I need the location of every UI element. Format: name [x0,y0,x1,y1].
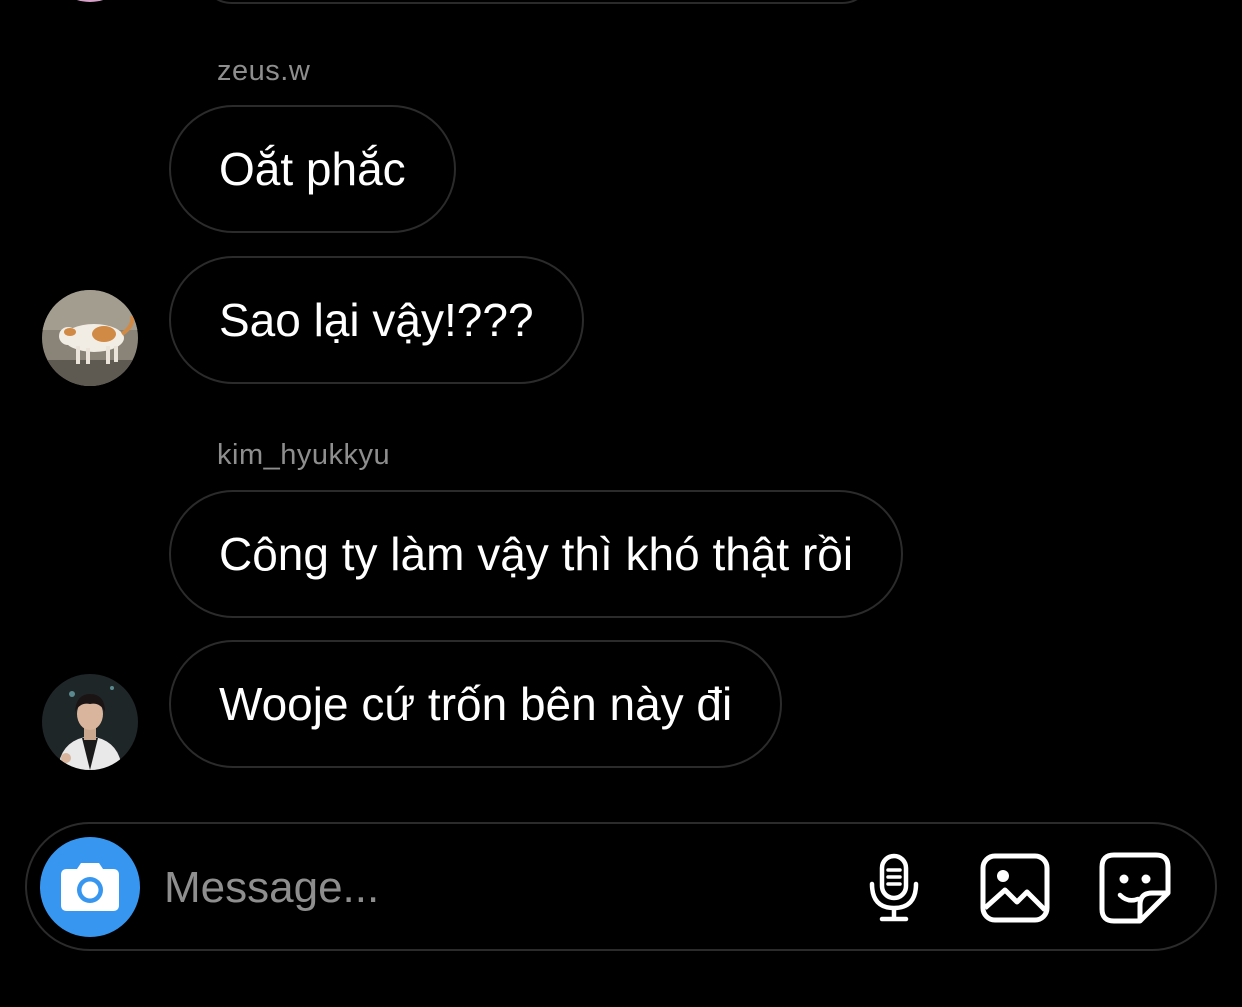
avatar[interactable] [42,290,138,386]
message-bubble[interactable]: Sao lại vậy!??? [169,256,584,384]
message-bubble[interactable]: Oắt phắc [169,105,456,233]
previous-avatar [50,0,130,2]
avatar[interactable] [42,674,138,770]
message-input[interactable] [164,850,824,926]
camera-icon [61,863,119,911]
sender-name: zeus.w [217,55,311,87]
message-text: Sao lại vậy!??? [219,294,534,346]
microphone-icon [869,853,919,922]
message-text: Wooje cứ trốn bên này đi [219,678,733,730]
camera-button[interactable] [40,837,140,937]
cat-avatar-image [42,290,138,386]
message-bubble[interactable]: Wooje cứ trốn bên này đi [169,640,783,768]
sender-name: kim_hyukkyu [217,439,391,471]
image-icon [980,853,1050,923]
message-text: Công ty làm vậy thì khó thật rồi [219,528,854,580]
message-text: Oắt phắc [219,143,406,195]
sticker-button[interactable] [1097,850,1173,926]
sticker-icon [1099,852,1171,924]
person-avatar-image [42,674,138,770]
previous-message-bubble[interactable] [200,0,874,4]
gallery-button[interactable] [977,850,1053,926]
microphone-button[interactable] [856,850,932,926]
message-bubble[interactable]: Công ty làm vậy thì khó thật rồi [169,490,904,618]
